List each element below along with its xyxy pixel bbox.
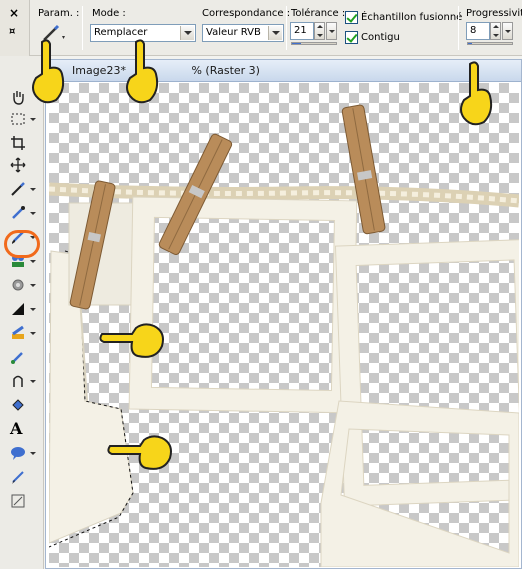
bucket-icon (12, 399, 24, 411)
chevron-down-icon (30, 260, 36, 263)
separator (82, 6, 83, 50)
feather-spinner[interactable] (490, 22, 501, 40)
magic-wand-icon (11, 182, 25, 196)
tolerance-slider[interactable] (291, 42, 337, 45)
magic-wand-tool[interactable] (6, 178, 36, 200)
dodge-icon (12, 279, 24, 291)
match-mode-dropdown[interactable]: Valeur RVB (202, 24, 284, 42)
chevron-down-icon (30, 332, 36, 335)
pen-icon (12, 471, 24, 484)
chevron-down-icon (30, 284, 36, 287)
marquee-icon (11, 113, 25, 125)
fill-tool[interactable] (6, 322, 36, 344)
sample-merged-label: Échantillon fusionné (361, 12, 463, 23)
palette-dock-controls: × ¤ (0, 0, 30, 56)
sample-merged-checkbox[interactable] (345, 11, 358, 24)
dropper-tool[interactable] (6, 202, 36, 224)
crop-icon (11, 136, 25, 150)
text-tool[interactable]: A (6, 418, 36, 440)
chevron-down-icon (30, 452, 36, 455)
tolerance-slider-popup[interactable] (326, 22, 337, 40)
pin-icon[interactable]: ¤ (9, 26, 15, 37)
selection-tool[interactable] (6, 108, 36, 130)
chevron-down-icon (180, 26, 194, 40)
hand-icon (13, 91, 24, 105)
separator (286, 6, 287, 50)
dropper-icon (12, 206, 25, 219)
document-title-bar[interactable]: Image23* % (Raster 3) (46, 60, 521, 82)
lasso-icon (13, 375, 23, 387)
pointing-hand-left-icon (107, 435, 172, 470)
picture-tube-icon (11, 352, 23, 364)
chevron-down-icon (30, 308, 36, 311)
mode-value: Remplacer (94, 27, 148, 38)
document-layer-label: % (Raster 3) (191, 64, 260, 77)
match-mode-label: Correspondance : (202, 8, 291, 19)
pointing-hand-up-icon (32, 39, 65, 104)
chevron-down-icon (30, 118, 36, 121)
deform-icon (11, 494, 25, 508)
move-icon (10, 157, 26, 173)
speech-bubble-icon (11, 447, 25, 460)
feather-slider[interactable] (467, 42, 513, 45)
chevron-down-icon (268, 26, 282, 40)
tolerance-spinner[interactable] (314, 22, 325, 40)
deform-tool[interactable] (6, 490, 36, 512)
tool-options-bar: × ¤ Param. : Mode : Remplacer Correspond… (0, 0, 522, 56)
contiguous-label: Contigu (361, 32, 400, 43)
pointing-hand-left-icon (99, 323, 164, 358)
pointing-hand-up-icon (126, 39, 159, 104)
document-window[interactable]: Image23* % (Raster 3) (45, 59, 522, 569)
photo-frame-right (334, 239, 519, 507)
dodge-tool[interactable] (6, 274, 36, 296)
close-palette-button[interactable]: × (9, 6, 19, 20)
flood-fill-icon (12, 325, 24, 339)
lasso-tool[interactable] (6, 370, 36, 392)
pen-tool[interactable] (6, 466, 36, 488)
feather-field[interactable]: 8 (466, 22, 490, 40)
fill-bucket-tool[interactable] (6, 394, 36, 416)
picture-tube-tool[interactable] (6, 346, 36, 368)
preset-shape-tool[interactable] (6, 442, 36, 464)
eraser-tool[interactable] (6, 298, 36, 320)
tolerance-label: Tolérance : (291, 8, 346, 19)
document-title: Image23* (72, 64, 126, 77)
feather-slider-popup[interactable] (502, 22, 513, 40)
text-icon: A (10, 419, 23, 438)
pointing-hand-up-icon (460, 61, 493, 126)
photo-frame-center (128, 196, 358, 414)
feather-slider-fill (468, 43, 472, 44)
tolerance-slider-fill (292, 43, 302, 44)
param-label: Param. : (38, 8, 80, 19)
separator (458, 6, 459, 50)
active-tool-highlight (4, 230, 40, 258)
feather-label: Progressivité (466, 8, 522, 19)
contiguous-checkbox[interactable] (345, 31, 358, 44)
match-mode-value: Valeur RVB (206, 27, 261, 38)
crop-tool[interactable] (6, 132, 36, 154)
tolerance-field[interactable]: 21 (290, 22, 314, 40)
chevron-down-icon (30, 380, 36, 383)
tools-toolbar: A (0, 56, 44, 569)
move-tool[interactable] (6, 154, 36, 176)
eraser-icon (12, 303, 24, 315)
chevron-down-icon (30, 188, 36, 191)
chevron-down-icon (30, 212, 36, 215)
mode-label: Mode : (92, 8, 126, 19)
